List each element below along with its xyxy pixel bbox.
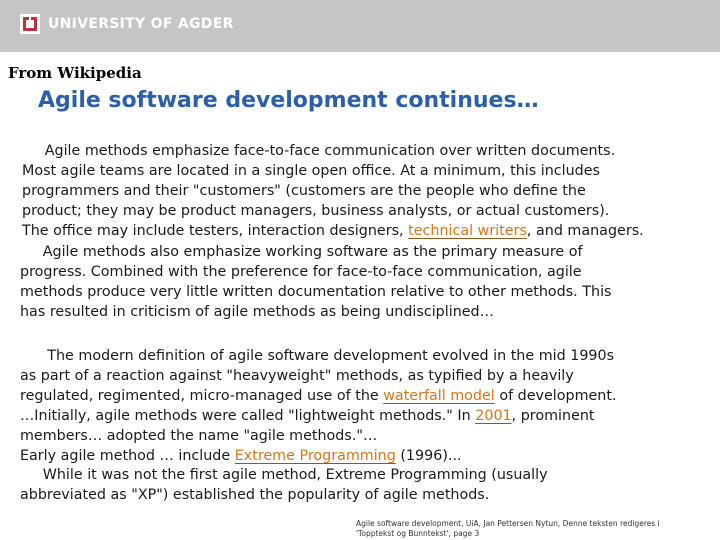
slide-footer: Agile software development, UiA, Jan Pet… <box>356 519 706 539</box>
text-line: as part of a reaction against "heavyweig… <box>20 368 574 385</box>
text-line: While it was not the first agile method,… <box>20 467 548 483</box>
university-logo-icon <box>20 14 40 34</box>
text-line: abbreviated as "XP") established the pop… <box>20 487 490 504</box>
text-segment: , and managers. <box>526 223 644 240</box>
text-line: progress. Combined with the preference f… <box>20 264 582 281</box>
text-segment: The office may include testers, interact… <box>22 223 409 240</box>
text-line: has resulted in criticism of agile metho… <box>20 304 494 321</box>
paragraph-4: While it was not the first agile method,… <box>20 465 710 505</box>
year-2001-link[interactable]: 2001 <box>475 408 511 424</box>
text-line: product; they may be product managers, b… <box>22 203 610 220</box>
text-line: programmers and their "customers" (custo… <box>22 183 586 200</box>
footer-line: 'Topptekst og Bunntekst', page 3 <box>356 529 480 538</box>
text-line: …Initially, agile methods were called "l… <box>20 406 710 426</box>
text-line: regulated, regimented, micro-managed use… <box>20 386 710 406</box>
text-line: members… adopted the name "agile methods… <box>20 428 378 445</box>
source-label: From Wikipedia <box>8 64 142 82</box>
text-line: The office may include testers, interact… <box>22 221 720 241</box>
text-segment: Early agile method … include <box>20 448 235 465</box>
text-line: The modern definition of agile software … <box>20 348 615 364</box>
paragraph-2: Agile methods also emphasize working sof… <box>20 242 710 322</box>
footer-line: Agile software development, UiA, Jan Pet… <box>356 519 660 528</box>
text-line: Agile methods also emphasize working sof… <box>20 244 583 260</box>
text-segment: …Initially, agile methods were called "l… <box>20 408 476 425</box>
text-segment: of development. <box>494 388 617 405</box>
extreme-programming-link[interactable]: Extreme Programming <box>235 448 396 464</box>
text-line: methods produce very little written docu… <box>20 284 612 301</box>
text-segment: , prominent <box>511 408 595 425</box>
text-line: Early agile method … include Extreme Pro… <box>20 446 710 466</box>
text-segment: (1996)... <box>395 448 462 465</box>
text-segment: regulated, regimented, micro-managed use… <box>20 388 384 405</box>
university-name: UNIVERSITY OF AGDER <box>48 16 234 32</box>
waterfall-model-link[interactable]: waterfall model <box>383 388 495 404</box>
technical-writers-link[interactable]: technical writers <box>408 223 527 239</box>
slide-title: Agile software development continues… <box>38 88 539 113</box>
header-bar: UNIVERSITY OF AGDER <box>0 0 720 52</box>
text-line: Most agile teams are located in a single… <box>22 163 601 180</box>
text-line: Agile methods emphasize face-to-face com… <box>22 143 616 159</box>
paragraph-1: Agile methods emphasize face-to-face com… <box>22 141 720 241</box>
paragraph-3: The modern definition of agile software … <box>20 346 710 467</box>
